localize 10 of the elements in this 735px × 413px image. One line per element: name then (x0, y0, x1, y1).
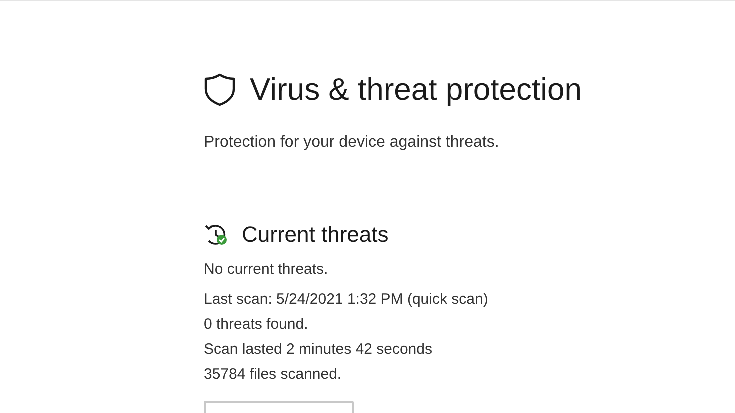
scan-history-icon (204, 223, 230, 247)
scan-detail: 0 threats found. (204, 315, 310, 335)
page-title: Virus & threat protection (250, 71, 582, 109)
shield-icon (204, 73, 236, 107)
scan-detail: Last scan: 5/24/2021 1:32 PM (quick scan) (204, 290, 490, 310)
section-heading: Current threats (242, 221, 389, 249)
scan-detail: 35784 files scanned. (204, 365, 343, 385)
page-subtitle: Protection for your device against threats. (204, 133, 500, 153)
threat-status: No current threats. (204, 260, 330, 280)
scan-detail: Scan lasted 2 minutes 42 seconds (204, 340, 434, 360)
